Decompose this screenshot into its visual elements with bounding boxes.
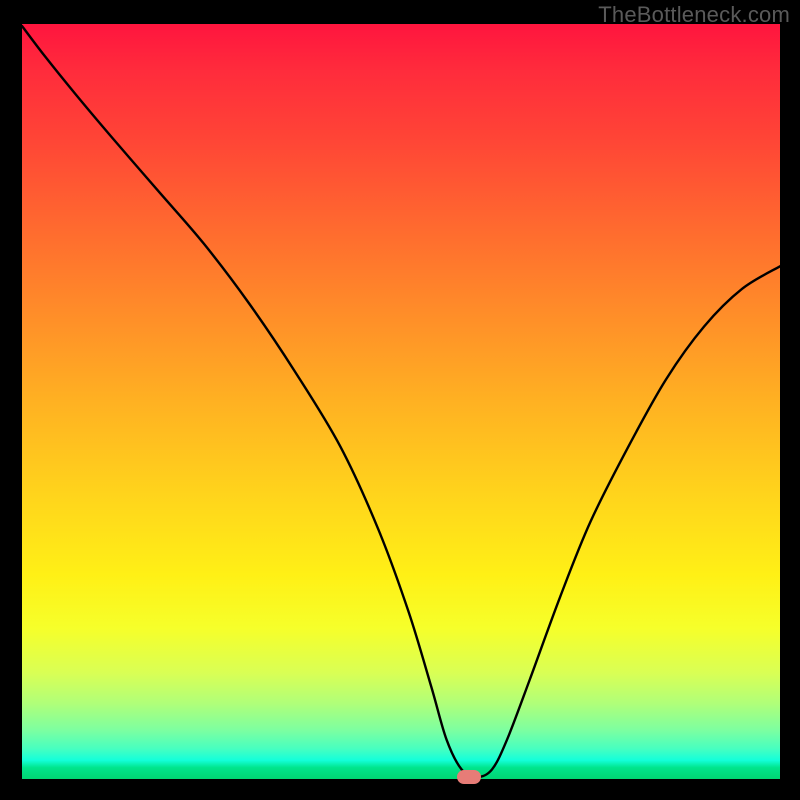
plot-area: [22, 24, 780, 779]
bottleneck-curve: [22, 24, 780, 779]
chart-frame: TheBottleneck.com: [0, 0, 800, 800]
optimal-marker: [457, 770, 481, 784]
watermark-label: TheBottleneck.com: [598, 2, 790, 28]
